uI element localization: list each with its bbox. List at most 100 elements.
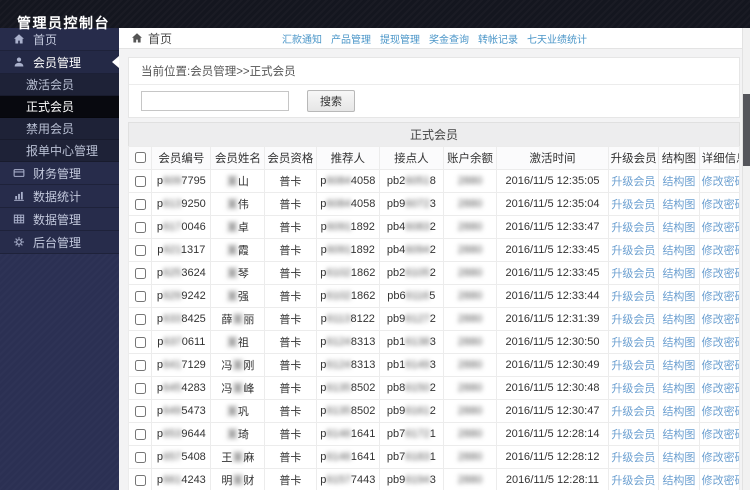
structure-chart-cell: 结构图 bbox=[658, 238, 700, 262]
activation-time-cell: 2016/11/5 12:30:48 bbox=[496, 376, 609, 400]
structure-chart-link[interactable]: 结构图 bbox=[662, 383, 695, 395]
sidebar-item-label: 后台管理 bbox=[33, 235, 82, 250]
structure-chart-link[interactable]: 结构图 bbox=[662, 452, 695, 464]
row-checkbox-cell bbox=[127, 238, 153, 262]
table-row: p6417129 冯某刚 普卡 p61248313 pb161493 2880 2016/1… bbox=[127, 353, 741, 377]
nav-link-product-mgmt[interactable]: 产品管理 bbox=[331, 31, 371, 46]
row-checkbox[interactable] bbox=[134, 451, 146, 463]
upgrade-member-link[interactable]: 升级会员 bbox=[611, 429, 655, 441]
row-checkbox[interactable] bbox=[134, 405, 146, 417]
breadcrumb-bar: 首页 汇款通知 产品管理 提现管理 奖金查询 转帐记录 七天业绩统计 bbox=[119, 28, 742, 49]
change-password-link[interactable]: 修改密码 bbox=[702, 337, 739, 349]
structure-chart-link[interactable]: 结构图 bbox=[662, 291, 695, 303]
row-checkbox[interactable] bbox=[134, 382, 146, 394]
structure-chart-link[interactable]: 结构图 bbox=[662, 406, 695, 418]
structure-chart-link[interactable]: 结构图 bbox=[662, 314, 695, 326]
upgrade-member-link[interactable]: 升级会员 bbox=[611, 452, 655, 464]
structure-chart-link[interactable]: 结构图 bbox=[662, 245, 695, 257]
structure-chart-link[interactable]: 结构图 bbox=[662, 337, 695, 349]
app-title: 管理员控制台 bbox=[17, 15, 110, 31]
search-input[interactable] bbox=[141, 91, 289, 111]
table-row: p6253624 某琴 普卡 p61021862 pb261052 2880 2016/11… bbox=[127, 261, 741, 285]
change-password-link[interactable]: 修改密码 bbox=[702, 429, 739, 441]
structure-chart-link[interactable]: 结构图 bbox=[662, 222, 695, 234]
change-password-link[interactable]: 修改密码 bbox=[702, 452, 739, 464]
upgrade-member-link[interactable]: 升级会员 bbox=[611, 337, 655, 349]
structure-chart-link[interactable]: 结构图 bbox=[662, 475, 695, 487]
change-password-link[interactable]: 修改密码 bbox=[702, 360, 739, 372]
row-checkbox[interactable] bbox=[134, 175, 146, 187]
change-password-link[interactable]: 修改密码 bbox=[702, 222, 739, 234]
change-password-link[interactable]: 修改密码 bbox=[702, 176, 739, 188]
change-password-link[interactable]: 修改密码 bbox=[702, 199, 739, 211]
sidebar-subitem-disabled-members[interactable]: 禁用会员 bbox=[0, 118, 119, 140]
row-checkbox[interactable] bbox=[134, 221, 146, 233]
nav-link-remit-notice[interactable]: 汇款通知 bbox=[282, 31, 322, 46]
row-checkbox[interactable] bbox=[134, 336, 146, 348]
member-id-cell: p6454283 bbox=[151, 376, 212, 400]
vertical-scrollbar[interactable] bbox=[742, 28, 750, 490]
member-grade-cell: 普卡 bbox=[264, 169, 317, 193]
row-checkbox[interactable] bbox=[134, 244, 146, 256]
change-password-link[interactable]: 修改密码 bbox=[702, 291, 739, 303]
sidebar-item-member-mgmt[interactable]: 会员管理 bbox=[0, 51, 119, 74]
sidebar-subitem-formal-members[interactable]: 正式会员 bbox=[0, 96, 119, 118]
structure-chart-link[interactable]: 结构图 bbox=[662, 268, 695, 280]
row-checkbox[interactable] bbox=[134, 428, 146, 440]
upgrade-member-link[interactable]: 升级会员 bbox=[611, 222, 655, 234]
row-checkbox[interactable] bbox=[134, 313, 146, 325]
active-item-arrow bbox=[112, 56, 119, 68]
row-checkbox[interactable] bbox=[134, 290, 146, 302]
nav-link-transfer-records[interactable]: 转帐记录 bbox=[478, 31, 518, 46]
member-grade-cell: 普卡 bbox=[264, 284, 317, 308]
change-password-link[interactable]: 修改密码 bbox=[702, 268, 739, 280]
sidebar: 首页 会员管理 激活会员 正式会员 禁用会员 报单中心管理 财务管理 数据统计 数据管理 后台管理 bbox=[0, 28, 119, 490]
breadcrumb[interactable]: 首页 bbox=[131, 30, 172, 47]
nav-link-bonus-query[interactable]: 奖金查询 bbox=[429, 31, 469, 46]
sidebar-subitem-order-center-mgmt[interactable]: 报单中心管理 bbox=[0, 140, 119, 162]
sidebar-item-finance-mgmt[interactable]: 财务管理 bbox=[0, 162, 119, 185]
row-checkbox[interactable] bbox=[134, 198, 146, 210]
upgrade-member-link[interactable]: 升级会员 bbox=[611, 360, 655, 372]
change-password-cell: 修改密码 bbox=[698, 399, 741, 423]
balance-cell: 2880 bbox=[442, 422, 498, 446]
upgrade-member-link[interactable]: 升级会员 bbox=[611, 245, 655, 257]
structure-chart-link[interactable]: 结构图 bbox=[662, 176, 695, 188]
change-password-link[interactable]: 修改密码 bbox=[702, 383, 739, 395]
nav-link-seven-day-stats[interactable]: 七天业绩统计 bbox=[527, 31, 587, 46]
upgrade-member-link[interactable]: 升级会员 bbox=[611, 291, 655, 303]
activation-time-cell: 2016/11/5 12:30:49 bbox=[496, 353, 609, 377]
upgrade-member-link[interactable]: 升级会员 bbox=[611, 314, 655, 326]
change-password-link[interactable]: 修改密码 bbox=[702, 475, 739, 487]
balance-cell: 2880 bbox=[442, 330, 498, 354]
scrollbar-thumb[interactable] bbox=[743, 94, 750, 166]
nav-link-withdraw-mgmt[interactable]: 提现管理 bbox=[380, 31, 420, 46]
upgrade-member-link[interactable]: 升级会员 bbox=[611, 406, 655, 418]
placement-cell: pb960723 bbox=[379, 192, 444, 216]
sidebar-item-data-stats[interactable]: 数据统计 bbox=[0, 185, 119, 208]
structure-chart-link[interactable]: 结构图 bbox=[662, 429, 695, 441]
upgrade-member-link[interactable]: 升级会员 bbox=[611, 176, 655, 188]
upgrade-member-link[interactable]: 升级会员 bbox=[611, 475, 655, 487]
change-password-link[interactable]: 修改密码 bbox=[702, 314, 739, 326]
row-checkbox[interactable] bbox=[134, 474, 146, 486]
upgrade-member-link[interactable]: 升级会员 bbox=[611, 383, 655, 395]
sidebar-subitem-active-members[interactable]: 激活会员 bbox=[0, 74, 119, 96]
referrer-cell: p61577443 bbox=[315, 468, 381, 490]
upgrade-member-link[interactable]: 升级会员 bbox=[611, 199, 655, 211]
change-password-link[interactable]: 修改密码 bbox=[702, 406, 739, 418]
row-checkbox[interactable] bbox=[134, 267, 146, 279]
structure-chart-link[interactable]: 结构图 bbox=[662, 360, 695, 372]
placement-cell: pb260518 bbox=[379, 169, 444, 193]
row-checkbox[interactable] bbox=[134, 359, 146, 371]
balance-cell: 2880 bbox=[442, 169, 498, 193]
structure-chart-cell: 结构图 bbox=[658, 215, 700, 239]
sidebar-item-backend-mgmt[interactable]: 后台管理 bbox=[0, 231, 119, 254]
search-button[interactable]: 搜索 bbox=[307, 90, 355, 112]
structure-chart-cell: 结构图 bbox=[658, 399, 700, 423]
structure-chart-link[interactable]: 结构图 bbox=[662, 199, 695, 211]
change-password-link[interactable]: 修改密码 bbox=[702, 245, 739, 257]
upgrade-member-link[interactable]: 升级会员 bbox=[611, 268, 655, 280]
select-all-checkbox[interactable] bbox=[134, 152, 146, 164]
sidebar-item-data-mgmt[interactable]: 数据管理 bbox=[0, 208, 119, 231]
